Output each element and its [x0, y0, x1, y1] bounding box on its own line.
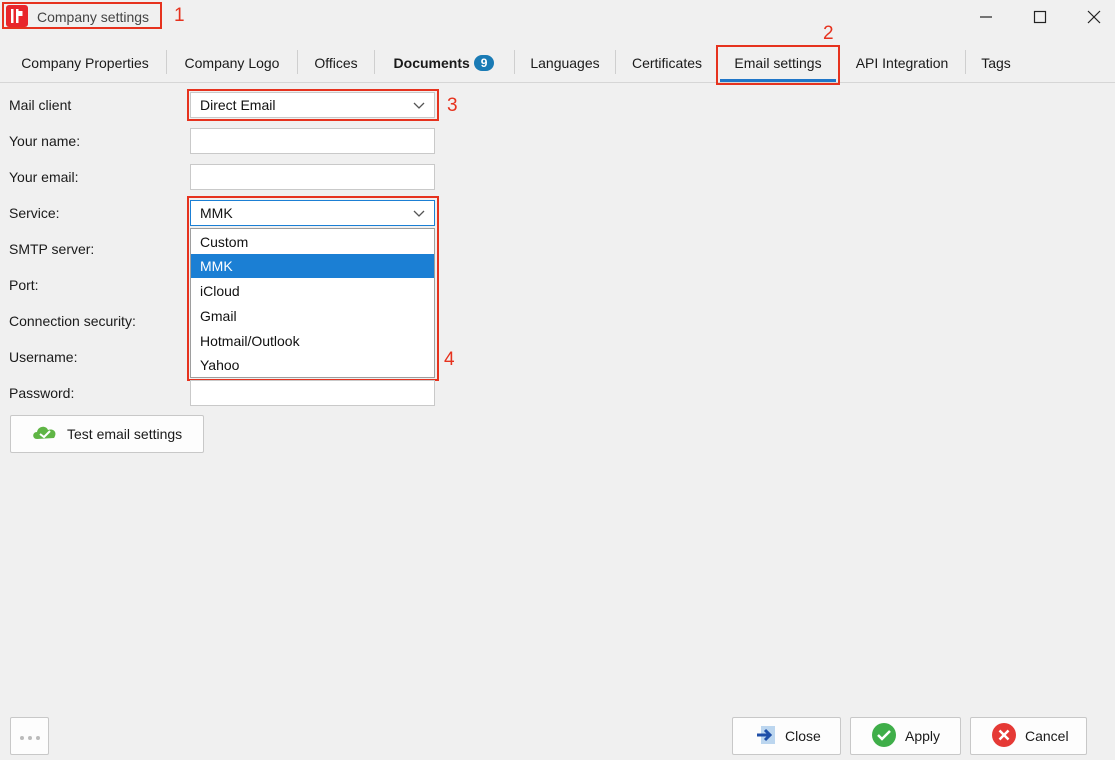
tab-certificates[interactable]: Certificates: [621, 44, 713, 82]
cancel-button-label: Cancel: [1025, 728, 1069, 744]
more-options-button[interactable]: [10, 717, 49, 755]
smtp-server-label: SMTP server:: [9, 241, 95, 257]
tab-api-integration[interactable]: API Integration: [843, 44, 961, 82]
tab-company-properties[interactable]: Company Properties: [10, 44, 160, 82]
close-button-label: Close: [785, 728, 821, 744]
your-email-label: Your email:: [9, 169, 79, 185]
password-input[interactable]: [190, 380, 435, 406]
title-bar: Company settings: [0, 0, 1115, 34]
tab-offices[interactable]: Offices: [303, 44, 369, 82]
tab-divider: [374, 50, 375, 74]
your-email-input[interactable]: [190, 164, 435, 190]
apply-button[interactable]: Apply: [850, 717, 961, 755]
password-label: Password:: [9, 385, 75, 401]
your-name-label: Your name:: [9, 133, 81, 149]
cloud-check-icon: [31, 423, 59, 446]
tab-divider: [297, 50, 298, 74]
annotation-label-1: 1: [174, 5, 185, 26]
close-button[interactable]: Close: [732, 717, 841, 755]
your-name-input[interactable]: [190, 128, 435, 154]
tab-documents-label: Documents: [393, 55, 470, 71]
annotation-label-2: 2: [823, 23, 834, 44]
tab-divider: [514, 50, 515, 74]
annotation-label-3: 3: [447, 95, 458, 116]
test-email-settings-button[interactable]: Test email settings: [10, 415, 204, 453]
arrow-right-icon: [755, 724, 777, 749]
close-icon[interactable]: [1071, 0, 1115, 34]
tab-languages[interactable]: Languages: [520, 44, 610, 82]
annotation-box-3: [187, 89, 439, 121]
service-label: Service:: [9, 205, 60, 221]
maximize-icon[interactable]: [1017, 0, 1063, 34]
minimize-icon[interactable]: [963, 0, 1009, 34]
tab-bar: Company Properties Company Logo Offices …: [0, 44, 1115, 83]
tab-divider: [615, 50, 616, 74]
annotation-box-4: [187, 196, 439, 381]
apply-button-label: Apply: [905, 728, 941, 744]
tab-divider: [166, 50, 167, 74]
tab-documents[interactable]: Documents 9: [380, 44, 508, 82]
connection-security-label: Connection security:: [9, 313, 136, 329]
port-label: Port:: [9, 277, 39, 293]
tab-company-logo[interactable]: Company Logo: [172, 44, 292, 82]
username-label: Username:: [9, 349, 78, 365]
tab-divider: [965, 50, 966, 74]
more-dots-icon: [18, 728, 42, 744]
check-circle-icon: [871, 722, 897, 751]
tab-tags[interactable]: Tags: [971, 44, 1021, 82]
annotation-box-1: [2, 2, 162, 29]
documents-count-badge: 9: [473, 55, 495, 71]
annotation-box-2: [716, 45, 840, 85]
mail-client-label: Mail client: [9, 97, 72, 113]
annotation-label-4: 4: [444, 349, 455, 370]
cancel-button[interactable]: Cancel: [970, 717, 1087, 755]
x-circle-icon: [991, 722, 1017, 751]
test-email-settings-label: Test email settings: [67, 426, 183, 442]
